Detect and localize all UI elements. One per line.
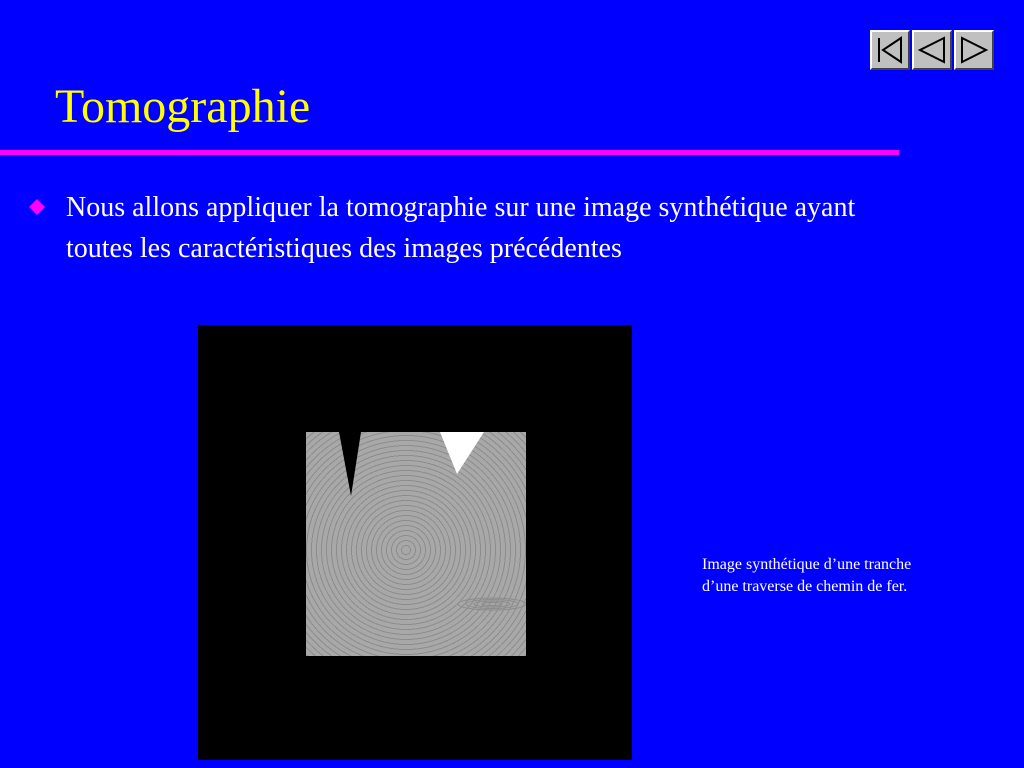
slide-navigation	[870, 30, 994, 70]
dark-notch	[339, 432, 361, 496]
previous-slide-button[interactable]	[912, 30, 952, 70]
slice-features	[339, 432, 526, 611]
knot-rings	[457, 597, 526, 611]
diamond-bullet-icon	[29, 199, 45, 215]
railway-sleeper-slice	[306, 432, 526, 656]
next-slide-icon	[961, 36, 989, 64]
slide-title: Tomographie	[55, 80, 311, 133]
next-slide-button[interactable]	[954, 30, 994, 70]
title-divider	[0, 150, 899, 155]
bullet-text: Nous allons appliquer la tomographie sur…	[66, 192, 856, 264]
image-caption: Image synthétique d’une tranche d’une tr…	[702, 554, 1002, 598]
first-slide-button[interactable]	[870, 30, 910, 70]
synthetic-slice-image	[198, 325, 632, 760]
caption-line: d’une traverse de chemin de fer.	[702, 578, 908, 595]
previous-slide-icon	[917, 36, 945, 64]
first-slide-icon	[878, 36, 902, 64]
bright-notch	[440, 432, 484, 474]
caption-line: Image synthétique d’une tranche	[702, 556, 912, 573]
